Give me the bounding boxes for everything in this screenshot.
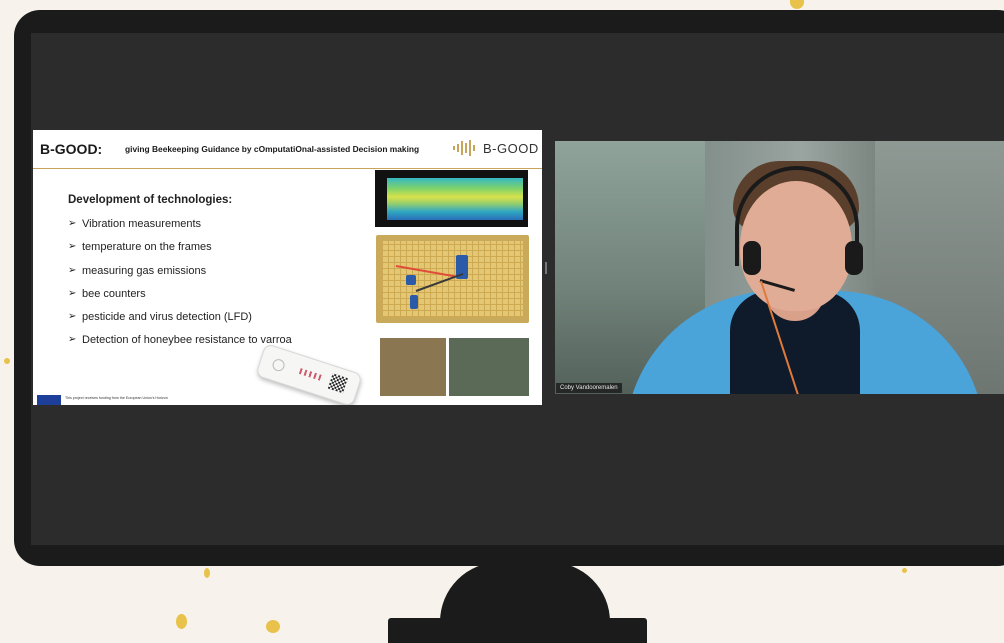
decorative-speck [902,568,907,573]
decorative-speck [176,614,187,629]
slide-header: B-GOOD: giving Beekeeping Guidance by cO… [33,130,542,169]
slide-subtitle: giving Beekeeping Guidance by cOmputatiO… [125,144,420,154]
list-item: ➢ Detection of honeybee resistance to var… [68,334,292,347]
arrow-bullet-icon: ➢ [68,334,77,346]
decorative-speck [4,358,10,364]
slide-heading: Development of technologies: [68,194,233,206]
lab-equipment-image [449,338,529,396]
logo-text: B-GOOD [483,140,539,156]
bullet-list: ➢ Vibration measurements ➢ temperature on … [68,218,292,358]
list-item: ➢ pesticide and virus detection (LFD) [68,311,252,324]
decorative-speck [266,620,280,633]
bee-photo-image [380,338,446,396]
decorative-speck [790,0,804,9]
arrow-bullet-icon: ➢ [68,311,77,323]
arrow-bullet-icon: ➢ [68,287,77,299]
list-item: ➢ temperature on the frames [68,241,212,254]
eu-flag-icon [37,395,61,405]
funding-note: This project receives funding from the E… [65,396,168,400]
participant-name-label: Coby Vandooremalen [556,383,622,393]
decorative-speck [204,568,210,578]
spectrogram-image [375,170,528,227]
arrow-bullet-icon: ➢ [68,264,77,276]
split-resize-handle[interactable] [545,262,547,274]
sensor-board-image [376,235,529,323]
participant-video[interactable]: Coby Vandooremalen [555,141,1004,394]
arrow-bullet-icon: ➢ [68,218,77,229]
arrow-bullet-icon: ➢ [68,241,77,253]
monitor-base [388,618,647,643]
b-good-logo: B-GOOD [453,140,539,156]
shared-slide: B-GOOD: giving Beekeeping Guidance by cO… [33,130,542,405]
slide-title: B-GOOD: [40,141,103,157]
lateral-flow-test-image [255,343,363,405]
monitor-stand [440,562,610,624]
list-item: ➢ bee counters [68,287,146,300]
list-item: ➢ Vibration measurements [68,218,202,230]
sound-wave-icon [453,140,479,156]
list-item: ➢ measuring gas emissions [68,264,207,277]
